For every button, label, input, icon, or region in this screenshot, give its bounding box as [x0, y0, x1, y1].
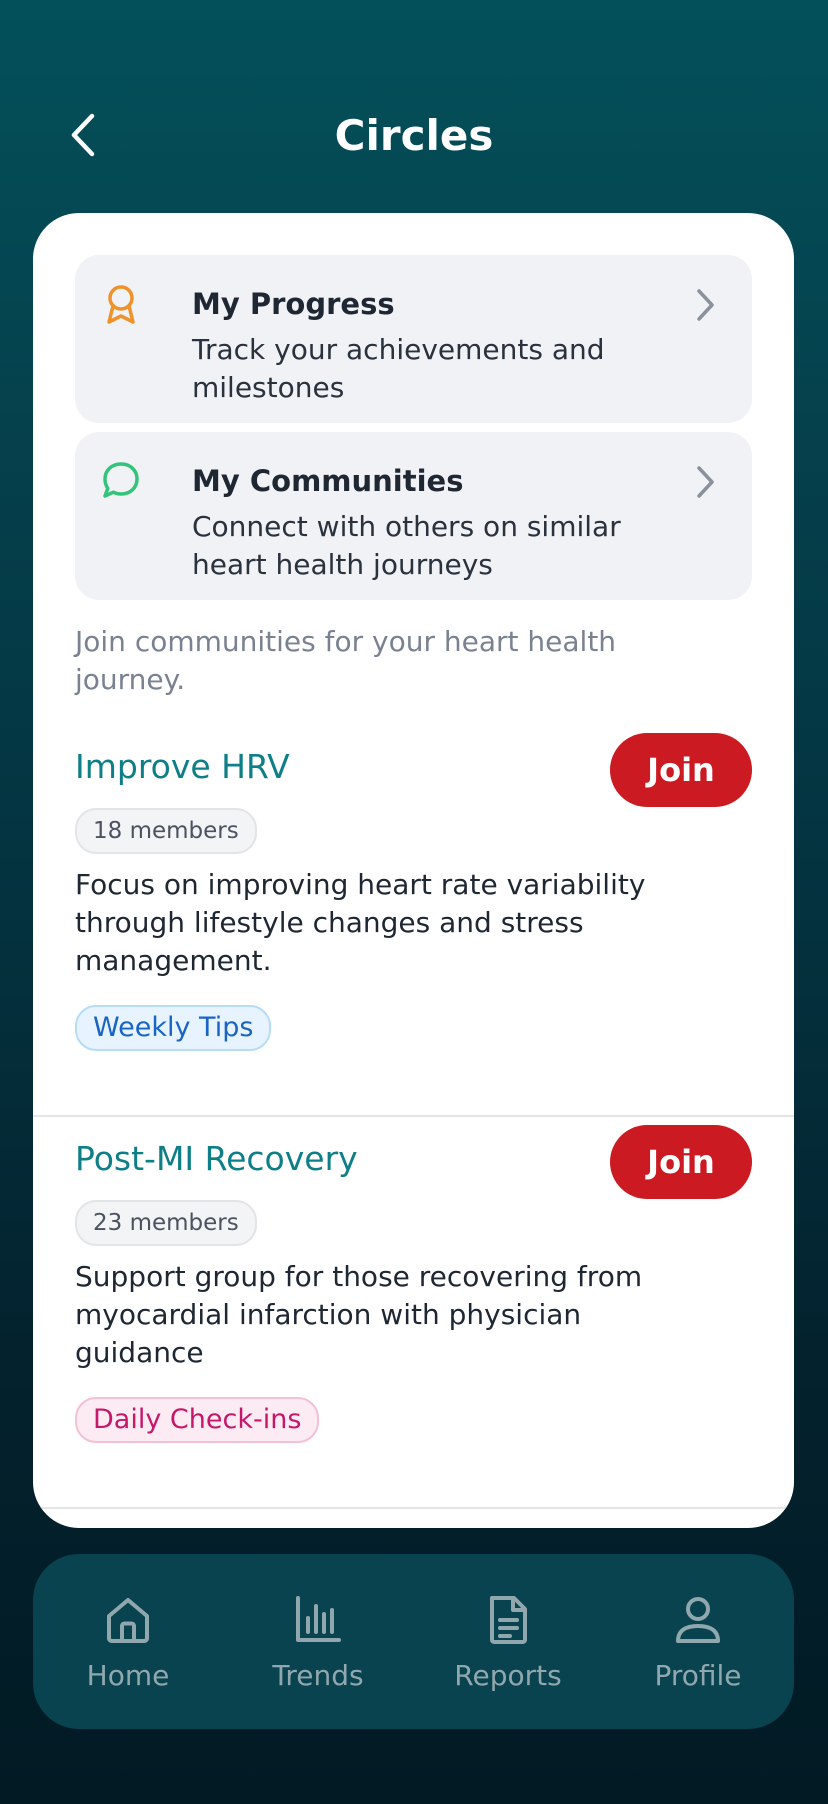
app-header: Circles — [0, 0, 828, 210]
nav-trends-label: Trends — [272, 1659, 364, 1692]
document-icon — [490, 1596, 527, 1644]
community-card: Improve HRV Join 18 members Focus on imp… — [33, 723, 794, 1117]
community-name[interactable]: Improve HRV — [75, 745, 290, 789]
my-progress-subtitle: Track your achievements and milestones — [192, 333, 605, 404]
nav-profile[interactable]: Profile — [603, 1554, 793, 1729]
nav-trends[interactable]: Trends — [223, 1554, 413, 1729]
members-badge: 23 members — [75, 1200, 257, 1246]
members-badge: 18 members — [75, 808, 257, 854]
bar-chart-icon — [296, 1596, 341, 1642]
user-icon — [676, 1597, 720, 1643]
community-description: Focus on improving heart rate variabilit… — [75, 868, 646, 977]
my-communities-tile[interactable]: My Communities Connect with others on si… — [75, 432, 752, 600]
chevron-right-icon — [697, 289, 714, 321]
join-button[interactable]: Join — [610, 1125, 752, 1199]
my-communities-subtitle: Connect with others on similar heart hea… — [192, 510, 621, 581]
community-description: Support group for those recovering from … — [75, 1260, 643, 1369]
nav-home[interactable]: Home — [33, 1554, 223, 1729]
chat-bubble-icon — [103, 462, 139, 498]
community-tag: Weekly Tips — [75, 1005, 272, 1051]
join-button[interactable]: Join — [610, 733, 752, 807]
page-title: Circles — [334, 111, 494, 160]
intro-text: Join communities for your heart health j… — [75, 625, 617, 696]
my-progress-tile[interactable]: My Progress Track your achievements and … — [75, 255, 752, 423]
community-tag: Daily Check-ins — [75, 1397, 320, 1443]
award-ribbon-icon — [107, 285, 135, 324]
nav-reports-label: Reports — [454, 1659, 562, 1692]
community-card: Post-MI Recovery Join 23 members Support… — [33, 1115, 794, 1509]
home-icon — [107, 1598, 149, 1643]
bottom-nav: Home Trends Reports Profile — [33, 1554, 794, 1729]
my-progress-title: My Progress — [192, 287, 395, 321]
community-name[interactable]: Post-MI Recovery — [75, 1137, 358, 1181]
chevron-right-icon — [697, 466, 714, 498]
nav-reports[interactable]: Reports — [413, 1554, 603, 1729]
nav-home-label: Home — [86, 1659, 170, 1692]
nav-profile-label: Profile — [654, 1659, 742, 1692]
circles-card: My Progress Track your achievements and … — [33, 213, 794, 1528]
my-communities-title: My Communities — [192, 464, 464, 498]
